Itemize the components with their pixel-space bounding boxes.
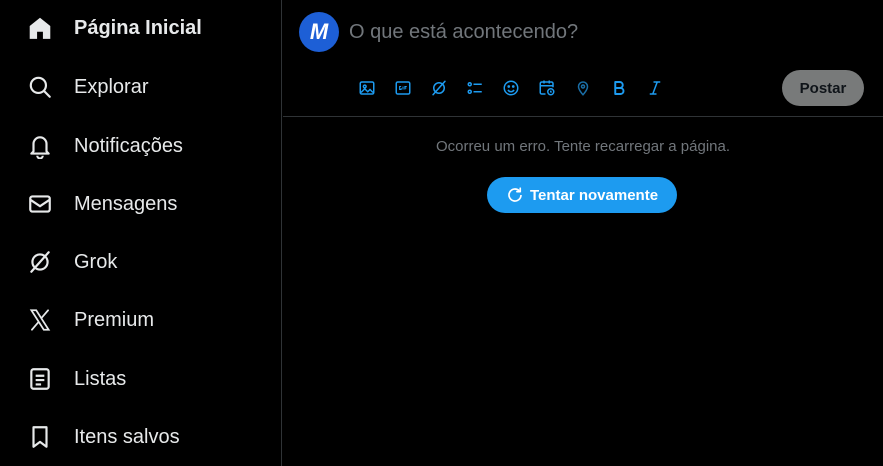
retry-label: Tentar novamente: [529, 186, 659, 204]
list-icon: [26, 365, 54, 393]
location-icon[interactable]: [565, 76, 601, 100]
grok-icon: [26, 248, 54, 276]
sidebar-item-bookmarks[interactable]: Itens salvos: [26, 422, 180, 452]
composer-toolbar: [349, 76, 673, 100]
sidebar-item-label: Listas: [74, 367, 127, 390]
sidebar-item-grok[interactable]: Grok: [26, 247, 117, 277]
emoji-icon[interactable]: [493, 76, 529, 100]
avatar[interactable]: M: [299, 12, 339, 52]
sidebar-item-explore[interactable]: Explorar: [26, 72, 148, 102]
sidebar-item-notifications[interactable]: Notificações: [26, 131, 183, 161]
image-icon[interactable]: [349, 76, 385, 100]
main-column: M O que está acontecendo? Postar Ocorreu…: [283, 0, 883, 466]
refresh-icon: [508, 187, 522, 202]
post-button[interactable]: Postar: [782, 70, 864, 106]
compose-input[interactable]: [349, 18, 769, 46]
sidebar-nav: Página Inicial Explorar Notificações Men…: [0, 0, 282, 466]
error-message: Ocorreu um erro. Tente recarregar a pági…: [435, 138, 731, 155]
bell-icon: [26, 132, 54, 160]
gif-icon[interactable]: [385, 76, 421, 100]
sidebar-item-lists[interactable]: Listas: [26, 364, 126, 394]
sidebar-item-premium[interactable]: Premium: [26, 305, 154, 335]
sidebar-item-messages[interactable]: Mensagens: [26, 189, 177, 219]
envelope-icon: [26, 190, 54, 218]
schedule-icon[interactable]: [529, 76, 565, 100]
italic-icon[interactable]: [637, 76, 673, 100]
sidebar-item-label: Grok: [74, 250, 118, 273]
poll-icon[interactable]: [457, 76, 493, 100]
sidebar-item-label: Premium: [74, 308, 155, 331]
sidebar-item-label: Mensagens: [74, 192, 178, 215]
sidebar-item-label: Explorar: [74, 75, 149, 98]
home-icon: [26, 14, 54, 42]
retry-button[interactable]: Tentar novamente: [487, 177, 677, 213]
x-logo-icon: [26, 306, 54, 334]
sidebar-item-label: Notificações: [74, 134, 183, 157]
sidebar-item-label: Página Inicial: [74, 16, 202, 39]
sidebar-item-label: Itens salvos: [74, 425, 180, 448]
bookmark-icon: [26, 423, 54, 451]
bold-icon[interactable]: [601, 76, 637, 100]
grok-icon[interactable]: [421, 76, 457, 100]
sidebar-item-home[interactable]: Página Inicial: [26, 13, 202, 43]
post-composer: M O que está acontecendo? Postar: [283, 0, 883, 117]
search-icon: [26, 73, 54, 101]
